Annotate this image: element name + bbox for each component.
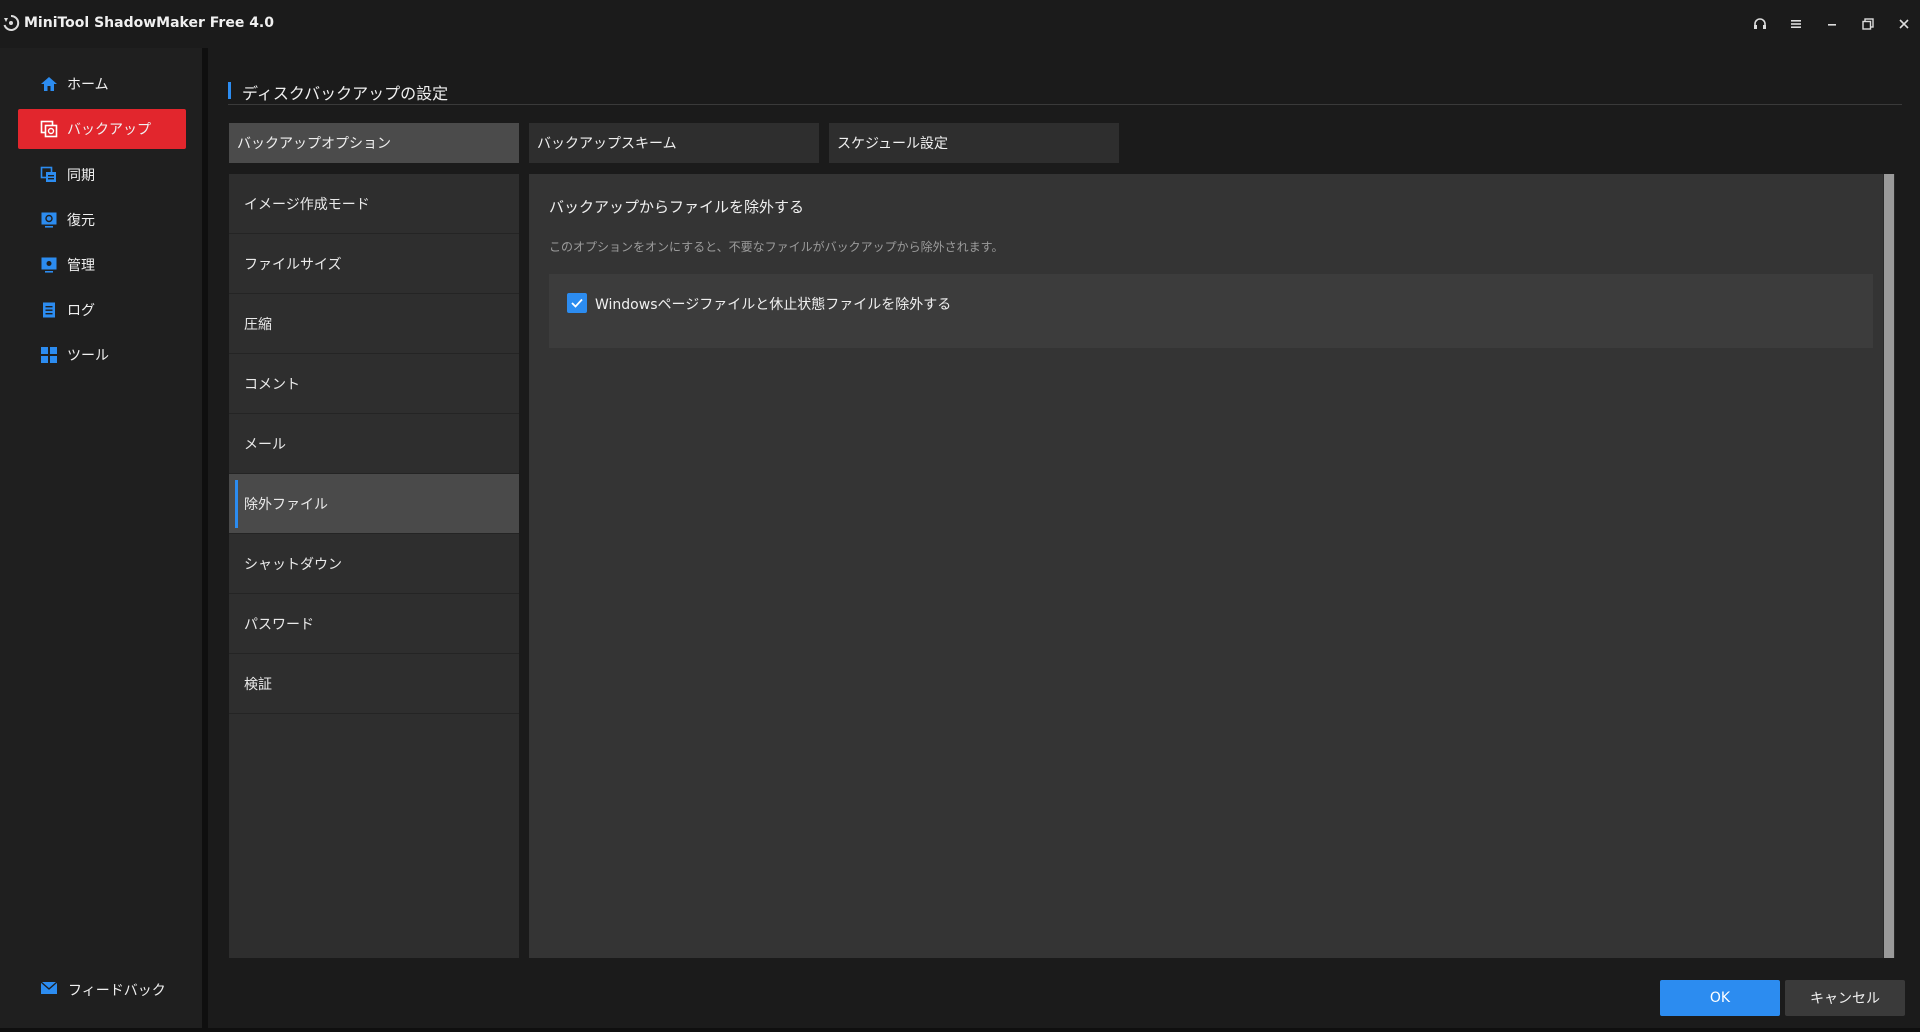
scrollbar-thumb[interactable] (1884, 174, 1894, 958)
options-list: イメージ作成モード ファイルサイズ 圧縮 コメント メール 除外ファイル シャッ… (229, 174, 519, 958)
sidebar-item-backup[interactable]: バックアップ (18, 109, 186, 149)
ok-button[interactable]: OK (1660, 980, 1780, 1016)
minimize-icon[interactable] (1818, 12, 1846, 36)
sidebar-item-label: ホーム (67, 77, 109, 93)
sidebar-item-label: ログ (67, 303, 95, 319)
log-icon (39, 300, 59, 320)
sidebar-item-tools[interactable]: ツール (18, 335, 186, 375)
menu-icon[interactable] (1782, 12, 1810, 36)
option-shutdown[interactable]: シャットダウン (229, 534, 519, 594)
option-exclude-files[interactable]: 除外ファイル (229, 474, 519, 534)
option-label: 圧縮 (244, 316, 272, 333)
panel-title: バックアップからファイルを除外する (549, 198, 805, 216)
sync-icon (39, 165, 59, 185)
sidebar-item-label: バックアップ (67, 122, 151, 138)
option-image-mode[interactable]: イメージ作成モード (229, 174, 519, 234)
option-label: ファイルサイズ (244, 256, 342, 273)
tab-backup-options[interactable]: バックアップオプション (229, 123, 519, 163)
page-title: ディスクバックアップの設定 (242, 84, 449, 103)
option-password[interactable]: パスワード (229, 594, 519, 654)
sidebar-item-restore[interactable]: 復元 (18, 200, 186, 240)
option-label: 検証 (244, 676, 272, 693)
exclude-pagefile-checkbox[interactable] (567, 293, 587, 313)
checkbox-label[interactable]: Windowsページファイルと休止状態ファイルを除外する (595, 294, 951, 314)
sidebar-item-home[interactable]: ホーム (18, 64, 186, 104)
sidebar-item-sync[interactable]: 同期 (18, 155, 186, 195)
option-label: パスワード (244, 616, 314, 633)
sidebar-item-label: 管理 (67, 258, 95, 274)
checkmark-icon (571, 298, 583, 308)
cancel-button[interactable]: キャンセル (1785, 980, 1905, 1016)
tools-icon (39, 345, 59, 365)
feedback-button[interactable]: フィードバック (40, 980, 166, 1000)
tab-backup-scheme[interactable]: バックアップスキーム (529, 123, 819, 163)
manage-icon (39, 255, 59, 275)
sidebar-item-log[interactable]: ログ (18, 290, 186, 330)
tab-label: スケジュール設定 (837, 136, 949, 152)
option-verify[interactable]: 検証 (229, 654, 519, 714)
sidebar-item-label: ツール (67, 348, 109, 364)
restore-icon (39, 210, 59, 230)
option-label: シャットダウン (244, 556, 342, 573)
home-icon (39, 74, 59, 94)
option-file-size[interactable]: ファイルサイズ (229, 234, 519, 294)
option-compression[interactable]: 圧縮 (229, 294, 519, 354)
tab-label: バックアップオプション (237, 136, 391, 152)
title-divider (228, 104, 1902, 105)
sidebar-item-manage[interactable]: 管理 (18, 245, 186, 285)
mail-icon (40, 980, 58, 1000)
window-bottom-edge (0, 1028, 1920, 1032)
sidebar-item-label: 同期 (67, 168, 95, 184)
option-label: コメント (244, 376, 300, 393)
headset-icon[interactable] (1746, 12, 1774, 36)
title-bar: MiniTool ShadowMaker Free 4.0 (0, 0, 1920, 48)
option-label: メール (244, 436, 286, 453)
tab-label: バックアップスキーム (537, 136, 677, 152)
page-title-accent (228, 82, 231, 99)
close-icon[interactable] (1890, 12, 1918, 36)
panel-description: このオプションをオンにすると、不要なファイルがバックアップから除外されます。 (549, 240, 1004, 254)
sidebar-item-label: 復元 (67, 213, 95, 229)
option-label: 除外ファイル (244, 496, 328, 513)
option-comment[interactable]: コメント (229, 354, 519, 414)
app-logo-icon (3, 14, 20, 31)
tab-schedule[interactable]: スケジュール設定 (829, 123, 1119, 163)
backup-icon (39, 119, 59, 139)
option-label: イメージ作成モード (244, 196, 370, 213)
restore-icon[interactable] (1854, 12, 1882, 36)
feedback-label: フィードバック (68, 983, 166, 999)
sidebar: ホーム バックアップ 同期 復元 管理 ログ ツール (0, 48, 202, 1028)
option-email[interactable]: メール (229, 414, 519, 474)
app-title: MiniTool ShadowMaker Free 4.0 (24, 15, 274, 31)
